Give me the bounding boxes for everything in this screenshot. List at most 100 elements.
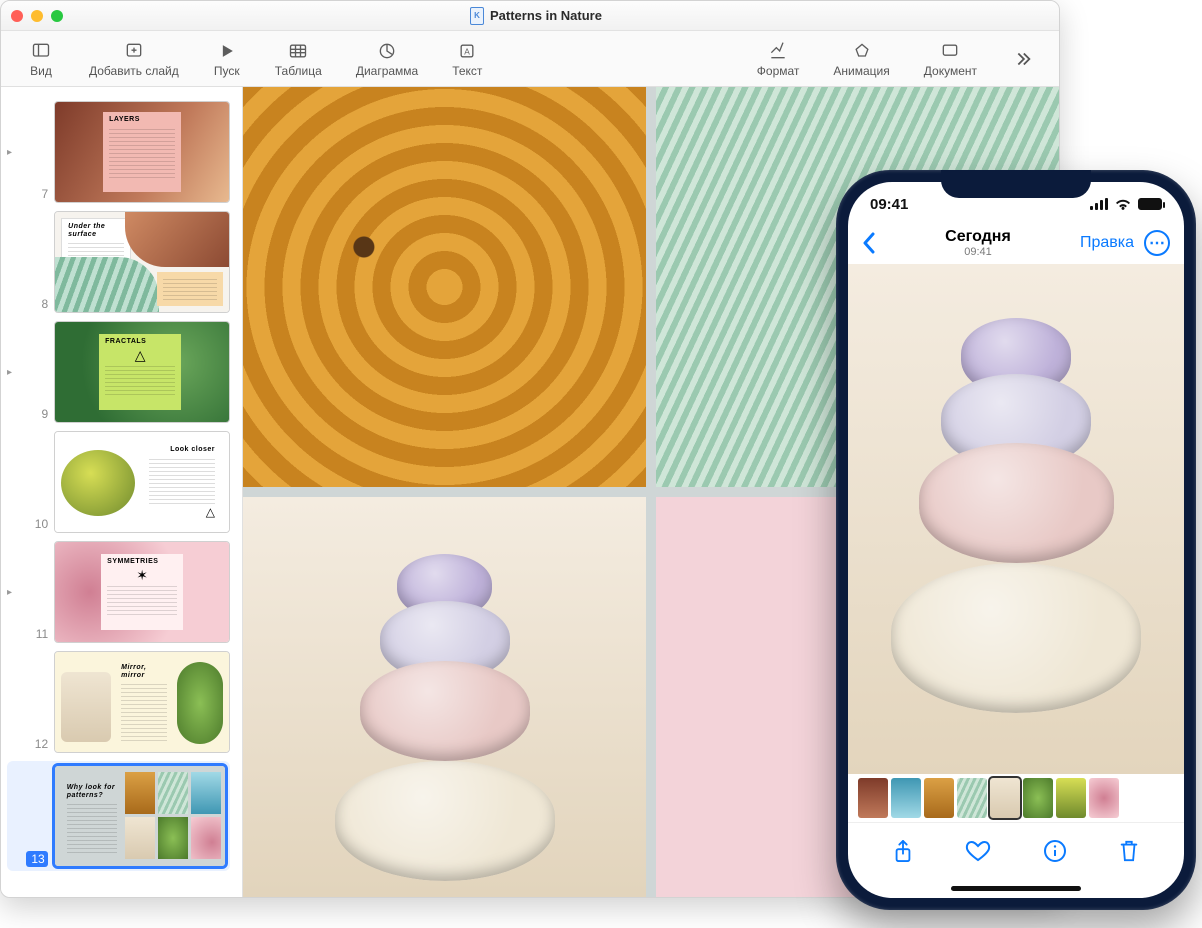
disclosure-toggle[interactable]: ▸: [7, 587, 21, 598]
table-label: Таблица: [275, 64, 322, 78]
text-button[interactable]: A Текст: [440, 38, 494, 80]
home-indicator[interactable]: [848, 878, 1184, 898]
slide-thumb-13[interactable]: Why look for patterns?: [54, 765, 226, 867]
document-toolbar-icon: [936, 40, 964, 62]
slide-thumb-row: ▸ 8 Under the surface: [7, 211, 230, 313]
thumb-title: SYMMETRIES: [107, 558, 177, 566]
thumb-title: Look closer: [149, 446, 215, 454]
slide-thumb-11[interactable]: SYMMETRIES ✶: [54, 541, 230, 643]
view-button[interactable]: Вид: [15, 38, 67, 80]
toolbar-overflow-button[interactable]: [999, 46, 1045, 72]
slide-thumb-row: ▸ 11 SYMMETRIES ✶: [7, 541, 230, 643]
format-button[interactable]: Формат: [745, 38, 812, 80]
back-button[interactable]: [862, 232, 876, 254]
battery-icon: [1138, 198, 1162, 210]
slide-thumb-row: ▸ 7 LAYERS: [7, 101, 230, 203]
cellular-icon: [1090, 198, 1108, 210]
slide-number: 13: [26, 851, 47, 867]
svg-text:A: A: [465, 46, 471, 56]
slide-thumb-9[interactable]: FRACTALS △: [54, 321, 230, 423]
slide-number: 9: [27, 407, 48, 423]
text-icon: A: [453, 40, 481, 62]
animate-label: Анимация: [833, 64, 889, 78]
photo-urchin-stack: [891, 338, 1141, 713]
slide-thumb-row: ▸ 12 Mirror, mirror: [7, 651, 230, 753]
info-button[interactable]: [1043, 839, 1067, 863]
photos-header: Сегодня 09:41 Правка ⋯: [848, 226, 1184, 264]
document-label: Документ: [924, 64, 977, 78]
window-title: K Patterns in Nature: [23, 7, 1049, 25]
chart-icon: [373, 40, 401, 62]
play-icon: [213, 40, 241, 62]
toolbar: Вид Добавить слайд Пуск Таблица: [1, 31, 1059, 87]
slide-thumb-row-selected: ▸ 13 Why look for patterns?: [7, 761, 230, 871]
delete-button[interactable]: [1118, 838, 1140, 864]
slide-thumb-7[interactable]: LAYERS: [54, 101, 230, 203]
filmstrip-thumb[interactable]: [891, 778, 921, 818]
status-clock: 09:41: [870, 196, 908, 213]
table-button[interactable]: Таблица: [263, 38, 334, 80]
more-button[interactable]: ⋯: [1144, 230, 1170, 256]
document-icon: K: [470, 7, 484, 25]
canvas-image-honeycomb[interactable]: [243, 87, 646, 487]
thumb-title: Mirror, mirror: [121, 664, 167, 679]
filmstrip-thumb[interactable]: [1023, 778, 1053, 818]
titlebar: K Patterns in Nature: [1, 1, 1059, 31]
filmstrip-thumb[interactable]: [858, 778, 888, 818]
photos-title-sub: 09:41: [945, 246, 1011, 258]
add-slide-button[interactable]: Добавить слайд: [77, 38, 191, 80]
iphone-notch: [941, 170, 1091, 198]
add-slide-icon: [120, 40, 148, 62]
slide-thumb-10[interactable]: Look closer △: [54, 431, 230, 533]
slide-navigator[interactable]: ▸ 7 LAYERS ▸ 8: [1, 87, 243, 897]
document-button[interactable]: Документ: [912, 38, 989, 80]
iphone-screen: 09:41 Сегодня 09:41 Правка ⋯: [848, 182, 1184, 898]
photos-title-main: Сегодня: [945, 228, 1011, 246]
photo-viewer[interactable]: [848, 264, 1184, 774]
slide-number: 11: [27, 627, 48, 643]
filmstrip-thumb[interactable]: [1056, 778, 1086, 818]
slide-number: 12: [27, 737, 48, 753]
table-icon: [284, 40, 312, 62]
view-label: Вид: [30, 64, 52, 78]
close-window-button[interactable]: [11, 10, 23, 22]
thumb-title: Under the surface: [68, 223, 124, 238]
disclosure-toggle[interactable]: ▸: [7, 147, 21, 158]
view-icon: [27, 40, 55, 62]
add-slide-label: Добавить слайд: [89, 64, 179, 78]
favorite-button[interactable]: [965, 839, 991, 863]
thumb-title: LAYERS: [109, 116, 175, 124]
filmstrip-thumb-selected[interactable]: [990, 778, 1020, 818]
filmstrip-thumb[interactable]: [1089, 778, 1119, 818]
animate-icon: [848, 40, 876, 62]
photo-toolbar: [848, 822, 1184, 878]
play-button[interactable]: Пуск: [201, 38, 253, 80]
urchin-stack-illustration: [335, 570, 555, 881]
slide-thumb-8[interactable]: Under the surface: [54, 211, 230, 313]
slide-thumb-row: ▸ 9 FRACTALS △: [7, 321, 230, 423]
window-title-text: Patterns in Nature: [490, 8, 602, 23]
animate-button[interactable]: Анимация: [821, 38, 901, 80]
disclosure-toggle[interactable]: ▸: [7, 367, 21, 378]
slide-thumb-12[interactable]: Mirror, mirror: [54, 651, 230, 753]
edit-button[interactable]: Правка: [1080, 234, 1134, 252]
slide-thumb-row: ▸ 10 Look closer △: [7, 431, 230, 533]
slide-number: 7: [27, 187, 48, 203]
slide-number: 8: [27, 297, 48, 313]
chart-label: Диаграмма: [356, 64, 418, 78]
filmstrip-thumb[interactable]: [957, 778, 987, 818]
share-button[interactable]: [892, 838, 914, 864]
chart-button[interactable]: Диаграмма: [344, 38, 430, 80]
photos-title: Сегодня 09:41: [945, 228, 1011, 258]
format-label: Формат: [757, 64, 800, 78]
canvas-image-urchins[interactable]: [243, 497, 646, 897]
status-icons: [1090, 197, 1162, 211]
format-icon: [764, 40, 792, 62]
slide-number: 10: [27, 517, 48, 533]
thumb-title: Why look for patterns?: [67, 784, 117, 799]
photo-filmstrip[interactable]: [848, 774, 1184, 822]
iphone-device: 09:41 Сегодня 09:41 Правка ⋯: [836, 170, 1196, 910]
thumb-title: FRACTALS: [105, 338, 175, 346]
play-label: Пуск: [214, 64, 240, 78]
filmstrip-thumb[interactable]: [924, 778, 954, 818]
